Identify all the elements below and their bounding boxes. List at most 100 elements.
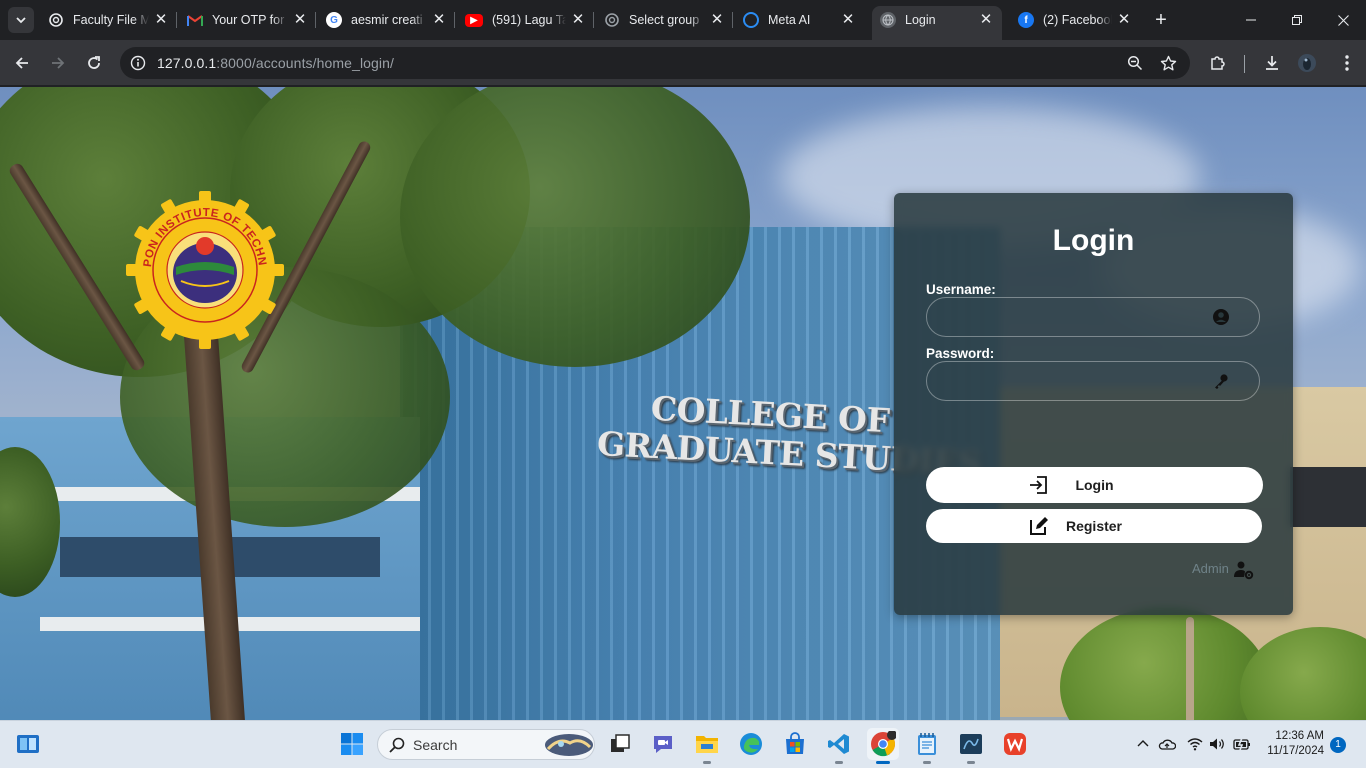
system-clock[interactable]: 12:36 AM 11/17/2024 bbox=[1258, 729, 1324, 759]
tab-title: Meta AI bbox=[768, 13, 811, 27]
minimize-button[interactable] bbox=[1228, 0, 1274, 40]
widgets-button[interactable] bbox=[12, 728, 44, 760]
onedrive-icon[interactable] bbox=[1158, 737, 1176, 751]
facebook-icon: f bbox=[1018, 12, 1034, 28]
running-indicator bbox=[835, 761, 843, 764]
tab-title: aesmir creati bbox=[351, 13, 423, 27]
address-bar[interactable]: 127.0.0.1:8000/accounts/home_login/ bbox=[120, 47, 1190, 79]
key-icon bbox=[1215, 374, 1228, 389]
back-button[interactable] bbox=[7, 48, 37, 78]
extensions-button[interactable] bbox=[1203, 48, 1233, 78]
notepad-button[interactable] bbox=[911, 728, 943, 764]
start-button[interactable] bbox=[336, 728, 368, 760]
bookmark-star-icon[interactable] bbox=[1158, 53, 1178, 73]
running-indicator bbox=[923, 761, 931, 764]
password-label: Password: bbox=[926, 346, 995, 361]
running-indicator bbox=[703, 761, 711, 764]
task-view-button[interactable] bbox=[604, 728, 636, 760]
register-button[interactable]: Register bbox=[926, 509, 1262, 543]
search-highlight-image bbox=[545, 734, 593, 756]
notepad-icon bbox=[918, 733, 936, 755]
tab-otp[interactable]: Your OTP for ✕ bbox=[179, 6, 316, 34]
wifi-icon[interactable] bbox=[1187, 737, 1203, 751]
avatar-icon bbox=[1298, 54, 1316, 72]
username-field[interactable] bbox=[926, 297, 1260, 337]
forward-button[interactable] bbox=[43, 48, 73, 78]
microsoft-store-button[interactable] bbox=[779, 728, 811, 760]
password-field[interactable] bbox=[926, 361, 1260, 401]
minimize-icon bbox=[1246, 19, 1256, 21]
chevron-up-icon[interactable] bbox=[1137, 738, 1149, 750]
kebab-menu-icon bbox=[1345, 55, 1349, 71]
password-input[interactable] bbox=[941, 362, 1201, 400]
search-placeholder: Search bbox=[413, 737, 458, 753]
tab-login[interactable]: Login ✕ bbox=[872, 6, 1002, 40]
pole bbox=[1186, 617, 1194, 720]
wps-office-button[interactable] bbox=[999, 728, 1031, 760]
tab-faculty-file[interactable]: Faculty File M ✕ bbox=[40, 6, 177, 34]
taskbar-search[interactable]: Search bbox=[377, 729, 595, 760]
chrome-button[interactable] bbox=[867, 728, 899, 764]
clock-date: 11/17/2024 bbox=[1267, 745, 1324, 757]
vscode-button[interactable] bbox=[823, 728, 855, 764]
close-tab-icon[interactable]: ✕ bbox=[1116, 12, 1132, 28]
tab-title: Login bbox=[905, 13, 936, 27]
tab-title: Faculty File M bbox=[73, 13, 149, 27]
download-icon bbox=[1266, 56, 1278, 70]
vscode-icon bbox=[828, 734, 849, 754]
close-tab-icon[interactable]: ✕ bbox=[978, 12, 994, 28]
close-window-button[interactable] bbox=[1320, 0, 1366, 40]
close-tab-icon[interactable]: ✕ bbox=[840, 12, 856, 28]
profile-button[interactable] bbox=[1292, 48, 1322, 78]
close-tab-icon[interactable]: ✕ bbox=[292, 12, 308, 28]
youtube-icon: ▶ bbox=[465, 13, 483, 27]
zoom-icon[interactable] bbox=[1125, 53, 1145, 73]
notification-badge[interactable]: 1 bbox=[1330, 737, 1346, 753]
meta-ai-icon bbox=[743, 12, 759, 28]
chevron-down-icon bbox=[16, 17, 26, 24]
chat-icon bbox=[654, 736, 672, 753]
browser-toolbar: 127.0.0.1:8000/accounts/home_login/ bbox=[0, 40, 1366, 86]
openai-icon bbox=[604, 12, 620, 28]
gmail-icon bbox=[187, 12, 203, 28]
file-explorer-button[interactable] bbox=[691, 728, 723, 764]
tab-title: Select group bbox=[629, 13, 700, 27]
widgets-icon bbox=[17, 735, 39, 753]
wps-icon bbox=[1004, 733, 1026, 755]
user-gear-icon[interactable] bbox=[1234, 560, 1254, 580]
puzzle-icon bbox=[1211, 56, 1225, 70]
close-tab-icon[interactable]: ✕ bbox=[709, 12, 725, 28]
tab-select-group[interactable]: Select group ✕ bbox=[596, 6, 733, 34]
site-info-icon[interactable] bbox=[130, 55, 146, 76]
edge-button[interactable] bbox=[735, 728, 767, 760]
folder-icon bbox=[696, 736, 718, 753]
tab-meta-ai[interactable]: Meta AI ✕ bbox=[735, 6, 864, 34]
tab-youtube[interactable]: ▶ (591) Lagu Ta ✕ bbox=[457, 6, 594, 34]
new-tab-button[interactable]: + bbox=[1150, 9, 1172, 31]
menu-button[interactable] bbox=[1332, 48, 1362, 78]
forward-arrow-icon bbox=[52, 57, 65, 69]
terminal-button[interactable] bbox=[955, 728, 987, 764]
battery-charging-icon[interactable] bbox=[1233, 737, 1251, 751]
toolbar-divider bbox=[1244, 55, 1245, 73]
close-tab-icon[interactable]: ✕ bbox=[570, 12, 586, 28]
login-button[interactable]: Login bbox=[926, 467, 1263, 503]
register-button-label: Register bbox=[1065, 518, 1123, 534]
openai-icon bbox=[48, 12, 64, 28]
close-tab-icon[interactable]: ✕ bbox=[431, 12, 447, 28]
close-tab-icon[interactable]: ✕ bbox=[153, 12, 169, 28]
volume-icon[interactable] bbox=[1209, 737, 1225, 751]
admin-link[interactable]: Admin bbox=[1192, 561, 1229, 576]
downloads-button[interactable] bbox=[1257, 48, 1287, 78]
tab-strip: Faculty File M ✕ Your OTP for ✕ G aesmir… bbox=[0, 0, 1366, 40]
url-path: :8000/accounts/home_login/ bbox=[216, 55, 395, 71]
restore-button[interactable] bbox=[1274, 0, 1320, 40]
reload-button[interactable] bbox=[79, 48, 109, 78]
edge-icon bbox=[740, 733, 762, 755]
tab-search-button[interactable] bbox=[8, 7, 34, 33]
username-input[interactable] bbox=[941, 298, 1201, 336]
login-heading: Login bbox=[1052, 224, 1135, 257]
tab-facebook[interactable]: f (2) Facebook ✕ bbox=[1010, 6, 1140, 34]
teams-chat-button[interactable] bbox=[647, 728, 679, 760]
tab-google-search[interactable]: G aesmir creati ✕ bbox=[318, 6, 455, 34]
